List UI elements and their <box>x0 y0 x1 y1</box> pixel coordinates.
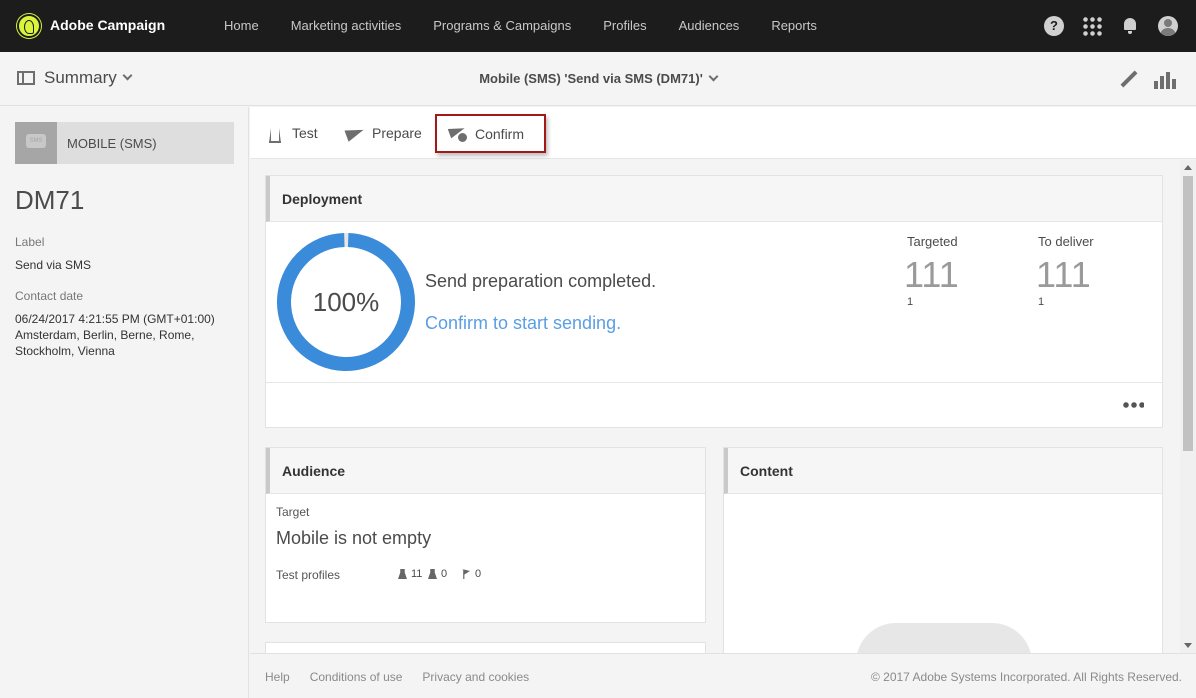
channel-label: MOBILE (SMS) <box>67 136 157 151</box>
contact-date-title: Contact date <box>15 289 84 303</box>
to-deliver-sub-value: 1 <box>1038 296 1045 308</box>
deployment-card-footer <box>266 382 1162 428</box>
confirm-button[interactable]: Confirm <box>435 114 546 153</box>
vertical-scrollbar[interactable] <box>1180 160 1196 653</box>
test-button[interactable]: Test <box>254 115 330 151</box>
label-value: Send via SMS <box>15 258 92 272</box>
content-card: Content <box>723 447 1163 653</box>
targeted-label: Targeted <box>907 234 958 249</box>
dashboard-content: Deployment 100% Send preparation complet… <box>250 160 1180 653</box>
top-navigation: Home Marketing activities Programs & Cam… <box>224 0 849 52</box>
deployment-status: Send preparation completed. <box>425 271 657 291</box>
confirm-button-label: Confirm <box>475 125 525 142</box>
chevron-down-icon <box>708 71 719 82</box>
scrollbar-thumb[interactable] <box>1183 176 1193 451</box>
prepare-button-label: Prepare <box>372 125 422 141</box>
flask-excluded-icon <box>428 569 437 579</box>
footer-link-help[interactable]: Help <box>265 670 290 684</box>
confirm-sending-link[interactable]: Confirm to start sending. <box>425 313 621 334</box>
test-profiles-stat: 11 <box>398 568 422 580</box>
nav-item-reports[interactable]: Reports <box>771 0 817 52</box>
edit-icon[interactable] <box>1118 69 1138 89</box>
footer-link-conditions[interactable]: Conditions of use <box>310 670 403 684</box>
targeted-sub-value: 1 <box>907 296 914 308</box>
nav-item-audiences[interactable]: Audiences <box>679 0 740 52</box>
flask-icon <box>398 569 407 579</box>
audience-card-title: Audience <box>266 448 705 494</box>
seed-stat: 0 <box>462 568 481 580</box>
report-icon[interactable] <box>1154 69 1178 89</box>
nav-item-profiles[interactable]: Profiles <box>603 0 646 52</box>
app-grid-icon[interactable] <box>1082 16 1102 36</box>
nav-item-programs-campaigns[interactable]: Programs & Campaigns <box>433 0 571 52</box>
deployment-card-title: Deployment <box>266 176 1162 222</box>
test-profiles-count: 11 <box>411 568 423 580</box>
contact-date-value: 06/24/2017 4:21:55 PM (GMT+01:00) Amster… <box>15 312 215 358</box>
header-actions <box>1100 69 1178 89</box>
scroll-up-arrow-icon[interactable] <box>1184 165 1192 170</box>
paper-plane-check-icon <box>449 126 467 142</box>
label-title: Label <box>15 235 45 249</box>
test-button-label: Test <box>292 125 318 141</box>
paper-plane-icon <box>346 125 364 141</box>
channel-badge: MOBILE (SMS) <box>15 122 234 164</box>
top-bar: Adobe Campaign Home Marketing activities… <box>0 0 1196 52</box>
target-label: Target <box>276 505 310 519</box>
adobe-campaign-logo-icon[interactable] <box>17 14 41 38</box>
top-icons: ? <box>1026 16 1178 36</box>
footer-links: Help Conditions of use Privacy and cooki… <box>265 670 549 684</box>
flag-icon <box>462 569 470 579</box>
nav-item-marketing-activities[interactable]: Marketing activities <box>291 0 402 52</box>
progress-percent: 100% <box>312 287 380 317</box>
excluded-stat: 0 <box>428 568 447 580</box>
to-deliver-label: To deliver <box>1038 234 1094 249</box>
sms-icon <box>15 122 57 164</box>
summary-sidebar: MOBILE (SMS) DM71 Label Send via SMS Con… <box>0 107 249 698</box>
content-preview-thumbnail[interactable] <box>856 623 1032 653</box>
page-footer: Help Conditions of use Privacy and cooki… <box>250 653 1196 698</box>
excluded-count: 0 <box>441 568 448 580</box>
more-options-icon[interactable] <box>1122 402 1144 408</box>
deployment-card: Deployment 100% Send preparation complet… <box>265 175 1163 428</box>
target-value[interactable]: Mobile is not empty <box>276 528 431 549</box>
footer-link-privacy[interactable]: Privacy and cookies <box>422 670 529 684</box>
targeted-value: 111 <box>904 254 959 295</box>
avatar-icon[interactable] <box>1158 16 1178 36</box>
help-icon[interactable]: ? <box>1044 16 1064 36</box>
seed-count: 0 <box>475 568 482 580</box>
test-profiles-label: Test profiles <box>276 568 341 582</box>
copyright: © 2017 Adobe Systems Incorporated. All R… <box>870 670 1182 684</box>
app-name[interactable]: Adobe Campaign <box>50 17 165 33</box>
page-title-text: Mobile (SMS) 'Send via SMS (DM71)' <box>479 71 703 86</box>
flask-icon <box>266 125 284 141</box>
action-toolbar: Test Prepare Confirm <box>250 107 1196 159</box>
audience-card: Audience Target Mobile is not empty Test… <box>265 447 706 623</box>
content-card-title: Content <box>724 448 1162 494</box>
sub-header: Summary Mobile (SMS) 'Send via SMS (DM71… <box>0 52 1196 106</box>
bell-icon[interactable] <box>1120 16 1140 36</box>
to-deliver-value: 111 <box>1036 254 1091 295</box>
next-card <box>265 642 706 653</box>
prepare-button[interactable]: Prepare <box>334 115 434 151</box>
delivery-code: DM71 <box>15 185 85 215</box>
nav-item-home[interactable]: Home <box>224 0 259 52</box>
scroll-down-arrow-icon[interactable] <box>1184 643 1192 648</box>
page-title[interactable]: Mobile (SMS) 'Send via SMS (DM71)' <box>0 71 1196 86</box>
